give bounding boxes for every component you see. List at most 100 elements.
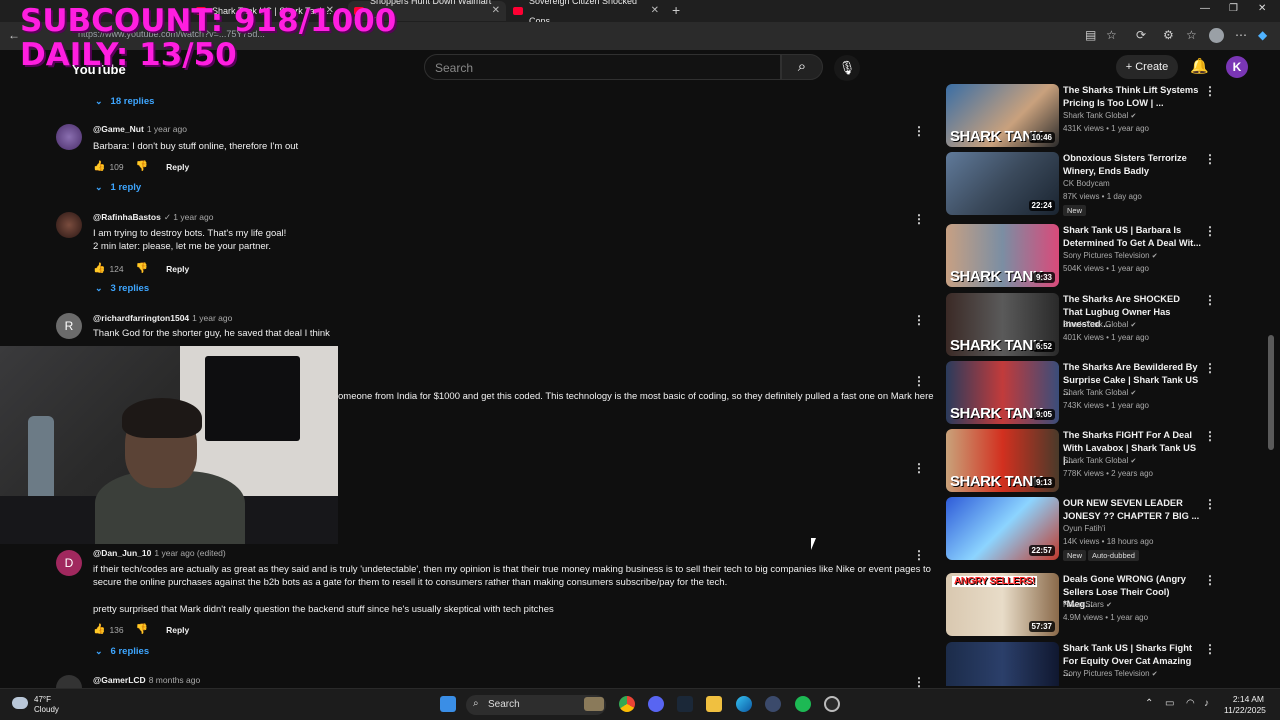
comment-text: Thank God for the shorter guy, he saved … <box>93 328 330 339</box>
recommended-video[interactable]: SHARK TANK 6:52 The Sharks Are SHOCKED T… <box>946 293 1226 357</box>
reply-button[interactable]: Reply <box>166 162 189 172</box>
video-menu-icon[interactable]: ⋮ <box>1204 642 1216 656</box>
video-thumbnail[interactable]: 22:57 <box>946 497 1059 560</box>
refresh-icon[interactable]: ⟳ <box>1136 28 1146 42</box>
video-menu-icon[interactable]: ⋮ <box>1204 429 1216 443</box>
back-arrow-icon[interactable]: ← <box>8 28 20 42</box>
like-icon[interactable]: 👍 <box>93 263 105 274</box>
video-thumbnail[interactable]: SHARK TANK 6:52 <box>946 293 1059 356</box>
settings-icon[interactable] <box>824 696 840 712</box>
user-avatar[interactable]: K <box>1226 56 1248 78</box>
comment-item: R @richardfarrington1504 1 year ago Thank… <box>56 313 936 343</box>
video-thumbnail[interactable]: 22:24 <box>946 152 1059 215</box>
volume-icon[interactable]: ♪ <box>1204 698 1209 709</box>
video-menu-icon[interactable]: ⋮ <box>1204 152 1216 166</box>
comment-actions: 👍 124 👎 Reply <box>93 263 190 274</box>
recommended-video[interactable]: Shark Tank US | Sharks Fight For Equity … <box>946 642 1226 686</box>
comment-header: @GamerLCD 8 months ago <box>93 675 201 685</box>
minimize-icon[interactable]: — <box>1200 3 1210 14</box>
maximize-icon[interactable]: ❐ <box>1229 3 1238 14</box>
video-thumbnail[interactable]: SHARK TANK 9:13 <box>946 429 1059 492</box>
recommended-video[interactable]: SHARK TANK 10:46 The Sharks Think Lift S… <box>946 84 1226 148</box>
comment-menu-icon[interactable]: ⋮ <box>913 374 925 388</box>
recommended-video[interactable]: 22:57 OUR NEW SEVEN LEADER JONESY ?? CHA… <box>946 497 1226 561</box>
obs-icon[interactable] <box>765 696 781 712</box>
close-window-icon[interactable]: ✕ <box>1258 3 1266 14</box>
verified-check-icon: ✔ <box>1130 113 1137 120</box>
comment-avatar[interactable]: D <box>56 550 82 576</box>
search-input[interactable]: Search <box>424 54 781 80</box>
page-scrollbar[interactable] <box>1268 335 1274 450</box>
video-thumbnail[interactable]: SHARK TANK 9:05 <box>946 361 1059 424</box>
comment-menu-icon[interactable]: ⋮ <box>913 548 925 562</box>
steam-icon[interactable] <box>677 696 693 712</box>
more-menu-icon[interactable]: ⋯ <box>1235 28 1247 42</box>
video-thumbnail[interactable]: SHARK TANK 10:46 <box>946 84 1059 147</box>
reader-icon[interactable]: ▤ <box>1085 28 1096 42</box>
video-menu-icon[interactable]: ⋮ <box>1204 573 1216 587</box>
reply-button[interactable]: Reply <box>166 625 189 635</box>
replies-toggle[interactable]: ⌄ 3 replies <box>95 283 149 294</box>
like-icon[interactable]: 👍 <box>93 624 105 635</box>
video-menu-icon[interactable]: ⋮ <box>1204 84 1216 98</box>
create-button[interactable]: + Create <box>1116 55 1178 79</box>
search-icon: ⌕ <box>473 698 479 709</box>
video-menu-icon[interactable]: ⋮ <box>1204 293 1216 307</box>
collections-icon[interactable]: ☆ <box>1186 28 1197 42</box>
comment-avatar[interactable] <box>56 212 82 238</box>
replies-toggle[interactable]: ⌄ 1 reply <box>95 182 141 193</box>
close-tab-icon[interactable]: ✕ <box>651 1 659 21</box>
comment-menu-icon[interactable]: ⋮ <box>913 124 925 138</box>
network-icon[interactable]: ▭ <box>1165 698 1174 709</box>
tab-sovereign[interactable]: Sovereign Citizen Shocked Cops... ✕ <box>507 0 665 26</box>
replies-toggle[interactable]: ⌄ 18 replies <box>95 96 154 107</box>
video-menu-icon[interactable]: ⋮ <box>1204 361 1216 375</box>
comment-avatar[interactable] <box>56 124 82 150</box>
video-menu-icon[interactable]: ⋮ <box>1204 497 1216 511</box>
comment-header: @RafinhaBastos ✓ 1 year ago <box>93 212 214 222</box>
replies-toggle[interactable]: ⌄ 6 replies <box>95 646 149 657</box>
close-tab-icon[interactable]: ✕ <box>492 1 500 21</box>
edge-icon[interactable] <box>736 696 752 712</box>
favorite-star-icon[interactable]: ☆ <box>1106 28 1117 42</box>
widgets-icon[interactable] <box>584 697 604 711</box>
like-icon[interactable]: 👍 <box>93 161 105 172</box>
comment-menu-icon[interactable]: ⋮ <box>913 212 925 226</box>
dislike-icon[interactable]: 👎 <box>136 161 148 172</box>
spotify-icon[interactable] <box>795 696 811 712</box>
windows-start-icon[interactable] <box>440 696 456 712</box>
copilot-icon[interactable]: ◆ <box>1258 28 1267 42</box>
verified-check-icon: ✔ <box>1130 390 1137 397</box>
wifi-icon[interactable]: ◠ <box>1186 698 1195 709</box>
chrome-icon[interactable] <box>619 696 635 712</box>
voice-search-mic-icon[interactable]: 🎙 <box>834 55 860 81</box>
comment-menu-icon[interactable]: ⋮ <box>913 461 925 475</box>
video-thumbnail[interactable] <box>946 642 1059 686</box>
file-explorer-icon[interactable] <box>706 696 722 712</box>
system-clock[interactable]: 2:14 AM 11/22/2025 <box>1224 694 1266 716</box>
recommended-video[interactable]: ANGRY SELLERS! 57:37 Deals Gone WRONG (A… <box>946 573 1226 637</box>
recommended-video[interactable]: SHARK TANK 9:13 The Sharks FIGHT For A D… <box>946 429 1226 493</box>
dislike-icon[interactable]: 👎 <box>136 263 148 274</box>
video-thumbnail[interactable]: SHARK TANK 9:33 <box>946 224 1059 287</box>
notifications-bell-icon[interactable]: 🔔 <box>1190 57 1209 75</box>
recommended-video[interactable]: SHARK TANK 9:33 Shark Tank US | Barbara … <box>946 224 1226 288</box>
new-tab-plus-icon[interactable]: + <box>672 2 680 18</box>
recommended-video[interactable]: 22:24 Obnoxious Sisters Terrorize Winery… <box>946 152 1226 216</box>
reply-button[interactable]: Reply <box>166 264 189 274</box>
comment-menu-icon[interactable]: ⋮ <box>913 675 925 689</box>
dislike-icon[interactable]: 👎 <box>136 624 148 635</box>
tray-overflow-chevron-icon[interactable]: ⌃ <box>1145 698 1153 709</box>
recommended-video[interactable]: SHARK TANK 9:05 The Sharks Are Bewildere… <box>946 361 1226 425</box>
new-badge: New <box>1063 550 1087 561</box>
video-menu-icon[interactable]: ⋮ <box>1204 224 1216 238</box>
comment-header: @Dan_Jun_10 1 year ago (edited) <box>93 548 226 558</box>
profile-avatar[interactable] <box>1209 28 1224 43</box>
discord-icon[interactable] <box>648 696 664 712</box>
comment-menu-icon[interactable]: ⋮ <box>913 313 925 327</box>
video-thumbnail[interactable]: ANGRY SELLERS! 57:37 <box>946 573 1059 636</box>
comment-avatar[interactable]: R <box>56 313 82 339</box>
extensions-icon[interactable]: ⚙ <box>1163 28 1174 42</box>
comment-header: @richardfarrington1504 1 year ago <box>93 313 233 323</box>
search-button[interactable]: ⌕ <box>781 54 823 80</box>
